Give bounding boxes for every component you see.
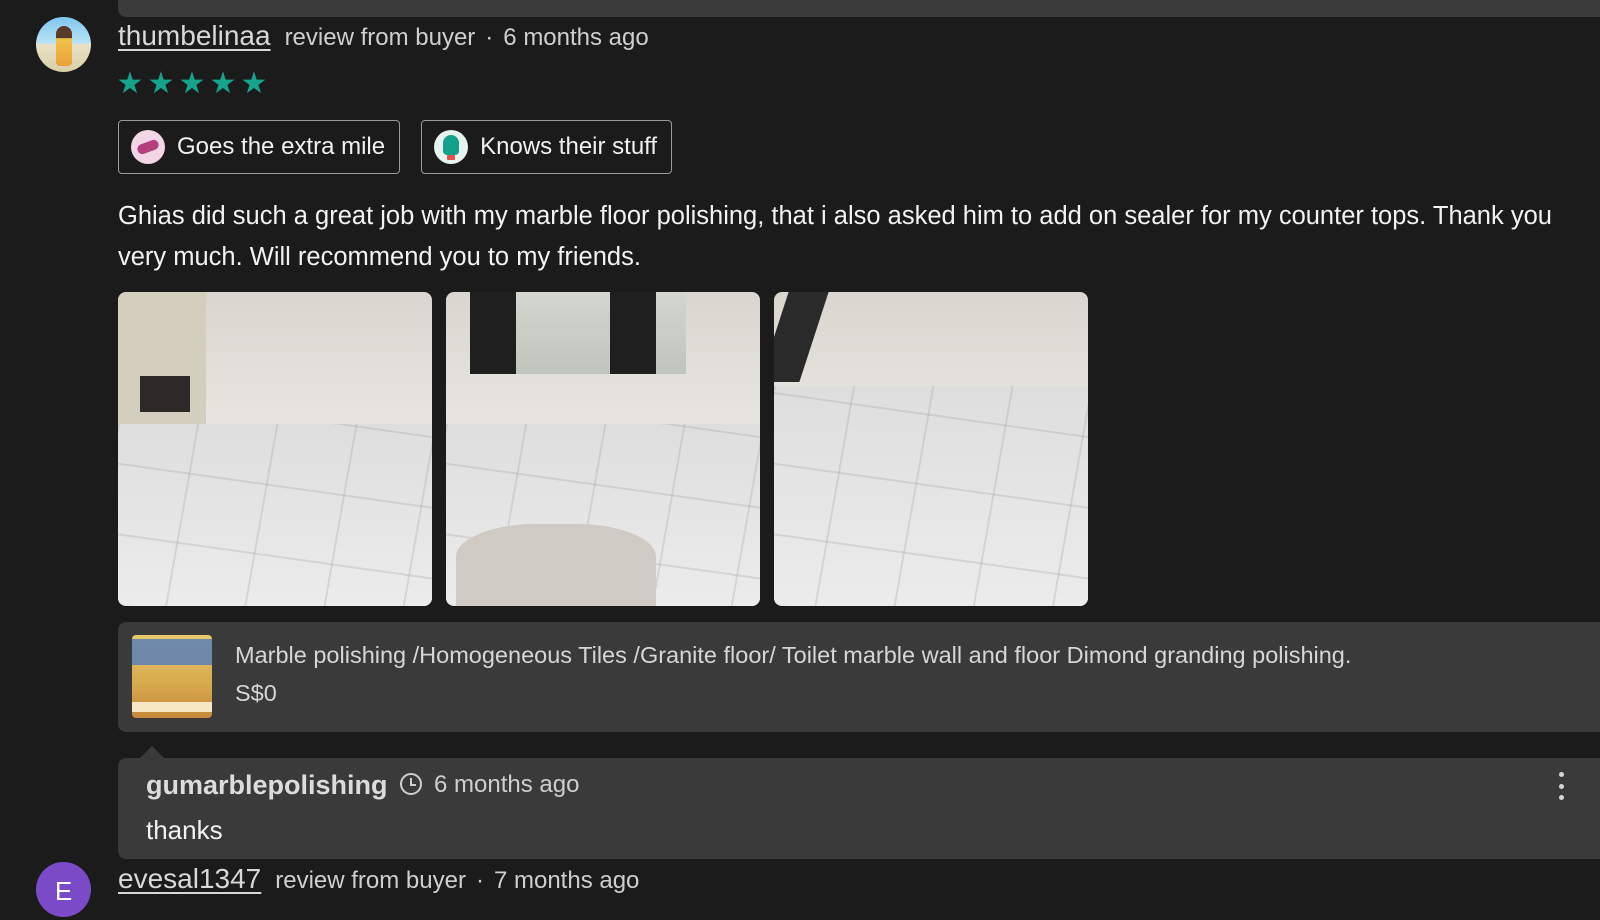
- review-photo[interactable]: [446, 292, 760, 606]
- gig-thumbnail[interactable]: [132, 635, 212, 718]
- star-icon: ★: [147, 67, 175, 100]
- gig-card[interactable]: Marble polishing /Homogeneous Tiles /Gra…: [118, 622, 1600, 732]
- badge-label: Goes the extra mile: [177, 133, 386, 160]
- reviewer-avatar[interactable]: E: [36, 862, 91, 917]
- reply-text: thanks: [146, 815, 223, 845]
- reply-pointer: [140, 746, 164, 758]
- reviewer-username-link[interactable]: evesal1347: [118, 863, 261, 895]
- review-role: review from buyer: [284, 24, 476, 51]
- seller-name: gumarblepolishing: [146, 770, 388, 800]
- gig-title[interactable]: Marble polishing /Homogeneous Tiles /Gra…: [235, 642, 1351, 669]
- review-time: 7 months ago: [493, 867, 640, 894]
- badge-label: Knows their stuff: [480, 133, 658, 160]
- star-rating: ★ ★ ★ ★ ★: [116, 67, 268, 100]
- meta-separator: ·: [485, 24, 494, 51]
- clock-icon: [400, 773, 422, 795]
- more-options-icon[interactable]: [1556, 772, 1566, 800]
- badge-extra-mile: Goes the extra mile: [118, 120, 401, 174]
- review-photos: [118, 292, 1088, 606]
- reviewer-avatar[interactable]: [36, 17, 91, 72]
- star-icon: ★: [240, 67, 268, 100]
- review-text: Ghias did such a great job with my marbl…: [118, 202, 1552, 271]
- badge-knows-stuff: Knows their stuff: [421, 120, 673, 174]
- review-photo[interactable]: [118, 292, 432, 606]
- previous-card-bottom: [118, 0, 1600, 17]
- extra-mile-icon: [131, 130, 165, 164]
- reply-time: 6 months ago: [434, 771, 580, 798]
- review-badges: Goes the extra mile Knows their stuff: [118, 120, 673, 174]
- star-icon: ★: [116, 67, 144, 100]
- gig-price: S$0: [235, 680, 277, 706]
- review-time: 6 months ago: [503, 24, 649, 51]
- lightbulb-icon: [434, 130, 469, 164]
- reviewer-username-link[interactable]: thumbelinaa: [118, 20, 271, 52]
- review-role: review from buyer: [275, 867, 466, 894]
- star-icon: ★: [209, 67, 237, 100]
- star-icon: ★: [178, 67, 206, 100]
- review-header: thumbelinaa review from buyer · 6 months…: [118, 20, 649, 56]
- review-photo[interactable]: [774, 292, 1088, 606]
- meta-separator: ·: [475, 867, 484, 894]
